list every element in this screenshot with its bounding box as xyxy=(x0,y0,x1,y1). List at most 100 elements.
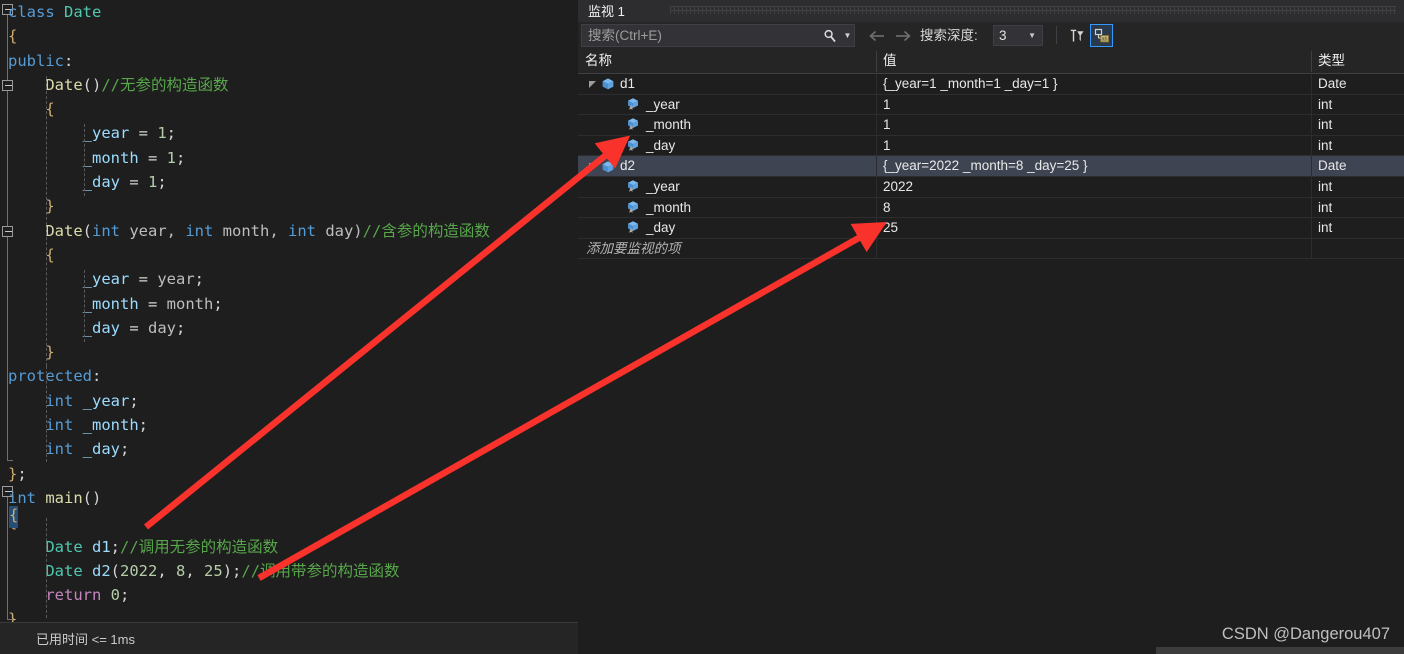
code-line[interactable]: int _month; xyxy=(0,413,578,437)
code-token: return xyxy=(45,586,102,605)
code-line[interactable]: _year = year; xyxy=(0,267,578,291)
watermark-text: CSDN @Dangerou407 xyxy=(1221,625,1390,643)
value-cell[interactable]: 1 xyxy=(876,95,1311,116)
code-line[interactable]: { xyxy=(0,97,578,121)
watch-expression-name[interactable]: _year xyxy=(642,177,680,198)
code-line[interactable]: int _day; xyxy=(0,437,578,461)
code-line[interactable]: Date d2(2022, 8, 25);//调用带参的构造函数 xyxy=(0,559,578,583)
code-token: 1 xyxy=(166,148,176,167)
code-line[interactable]: _month = 1; xyxy=(0,146,578,170)
column-resize-handle[interactable] xyxy=(876,51,877,72)
code-token: int xyxy=(45,416,74,435)
code-line[interactable]: _month = month; xyxy=(0,292,578,316)
table-row[interactable]: _day 25 int xyxy=(578,218,1404,239)
expander-collapse-triangle-icon[interactable] xyxy=(586,74,599,95)
table-row[interactable]: _year 2022 int xyxy=(578,177,1404,198)
value-cell[interactable]: {_year=1 _month=1 _day=1 } xyxy=(876,74,1311,95)
name-cell[interactable]: d2 xyxy=(586,156,876,177)
table-row[interactable]: d2 {_year=2022 _month=8 _day=25 } Date xyxy=(578,156,1404,177)
code-editor-pane[interactable]: class Date{public: Date()//无参的构造函数 { _ye… xyxy=(0,0,578,654)
column-header[interactable]: 值 xyxy=(876,49,1311,73)
value-cell[interactable]: 2022 xyxy=(876,177,1311,198)
name-cell[interactable]: _day xyxy=(612,136,902,157)
column-resize-handle[interactable] xyxy=(1311,51,1312,72)
code-line[interactable]: int _year; xyxy=(0,389,578,413)
table-row[interactable]: _month 1 int xyxy=(578,115,1404,136)
watch-expression-name[interactable]: d1 xyxy=(616,74,635,95)
column-header[interactable]: 名称 xyxy=(578,49,876,73)
code-line[interactable]: } xyxy=(0,194,578,218)
watch-grid-rows[interactable]: d1 {_year=1 _month=1 _day=1 } Date _year 1 in… xyxy=(578,74,1404,654)
search-next-arrow-right-icon[interactable] xyxy=(891,24,913,47)
search-depth-select[interactable]: 3 ▼ xyxy=(993,25,1043,46)
code-line[interactable]: } xyxy=(0,340,578,364)
watch-grid-header[interactable]: 名称值类型 xyxy=(578,49,1404,74)
watch-expression-name[interactable]: _month xyxy=(642,198,691,219)
code-line[interactable]: return 0; xyxy=(0,583,578,607)
elapsed-time-text: 已用时间 <= 1ms xyxy=(36,632,135,647)
code-token: { xyxy=(8,245,55,264)
code-line[interactable]: class Date xyxy=(0,0,578,24)
table-row[interactable]: _year 1 int xyxy=(578,94,1404,116)
value-cell[interactable]: 1 xyxy=(876,115,1311,136)
source-code[interactable]: class Date{public: Date()//无参的构造函数 { _ye… xyxy=(0,0,578,628)
code-line[interactable]: Date()//无参的构造函数 xyxy=(0,73,578,97)
table-row[interactable]: d1 {_year=1 _month=1 _day=1 } Date xyxy=(578,74,1404,95)
watch-expression-name[interactable]: 添加要监视的项 xyxy=(586,239,681,260)
watch-expression-name[interactable]: _day xyxy=(642,218,675,239)
value-cell[interactable] xyxy=(876,239,1311,260)
watch-add-item-row[interactable]: 添加要监视的项 xyxy=(578,238,1404,260)
search-box[interactable]: ▼ xyxy=(581,24,855,47)
column-header[interactable]: 类型 xyxy=(1311,49,1404,73)
code-token: ; xyxy=(17,464,27,483)
code-line[interactable]: }; xyxy=(0,462,578,486)
code-line[interactable]: Date d1;//调用无参的构造函数 xyxy=(0,535,578,559)
tab-watch-1[interactable]: 监视 1 xyxy=(582,2,631,22)
code-line[interactable]: _year = 1; xyxy=(0,121,578,145)
chevron-down-icon[interactable]: ▼ xyxy=(1028,31,1042,40)
indent-guide xyxy=(84,270,85,342)
watch-expression-name[interactable]: _year xyxy=(642,95,680,116)
code-line[interactable]: protected: xyxy=(0,364,578,388)
watch-tab-strip[interactable]: 监视 1 xyxy=(578,0,1404,22)
code-line[interactable]: Date(int year, int month, int day)//含参的构… xyxy=(0,219,578,243)
name-cell[interactable]: _month xyxy=(612,198,902,219)
value-cell[interactable]: 25 xyxy=(876,218,1311,239)
code-token: 1 xyxy=(148,173,158,192)
code-token: , xyxy=(185,561,205,580)
name-cell[interactable]: d1 xyxy=(586,74,876,95)
watch-expression-name[interactable]: d2 xyxy=(616,156,635,177)
name-cell[interactable]: _month xyxy=(612,115,902,136)
value-cell[interactable]: 8 xyxy=(876,198,1311,219)
name-cell[interactable]: _day xyxy=(612,218,902,239)
code-line[interactable]: { xyxy=(0,24,578,48)
name-cell[interactable]: _year xyxy=(612,95,902,116)
watch-grid[interactable]: 名称值类型 d1 {_year=1 _month=1 _day=1 } Date _y… xyxy=(578,49,1404,654)
name-cell[interactable]: 添加要监视的项 xyxy=(586,239,876,260)
code-token: int xyxy=(45,440,74,459)
tab-strip-drag-handle[interactable] xyxy=(670,6,1396,14)
watch-expression-name[interactable]: _day xyxy=(642,136,675,157)
watch-expression-name[interactable]: _month xyxy=(642,115,691,136)
search-input[interactable] xyxy=(582,28,819,43)
table-row[interactable]: _day 1 int xyxy=(578,135,1404,157)
code-line[interactable]: _day = 1; xyxy=(0,170,578,194)
table-row[interactable]: _month 8 int xyxy=(578,197,1404,219)
search-prev-arrow-left-icon[interactable] xyxy=(866,24,888,47)
code-line[interactable]: { xyxy=(0,510,578,534)
code-line[interactable]: _day = day; xyxy=(0,316,578,340)
filter-pin-icon[interactable] xyxy=(1065,24,1088,47)
name-cell[interactable]: _year xyxy=(612,177,902,198)
code-token: //调用无参的构造函数 xyxy=(120,537,279,556)
code-line[interactable]: { xyxy=(0,243,578,267)
search-icon[interactable] xyxy=(819,25,841,46)
value-cell[interactable]: 1 xyxy=(876,136,1311,157)
type-cell: int xyxy=(1318,220,1333,236)
code-line[interactable]: public: xyxy=(0,49,578,73)
expander-collapse-triangle-icon[interactable] xyxy=(586,156,599,177)
code-line[interactable]: int main() xyxy=(0,486,578,510)
field-cube-icon xyxy=(625,198,642,219)
string-view-icon[interactable]: ab xyxy=(1090,24,1113,47)
value-cell[interactable]: {_year=2022 _month=8 _day=25 } xyxy=(876,156,1311,177)
search-options-chevron-down-icon[interactable]: ▼ xyxy=(841,25,854,46)
